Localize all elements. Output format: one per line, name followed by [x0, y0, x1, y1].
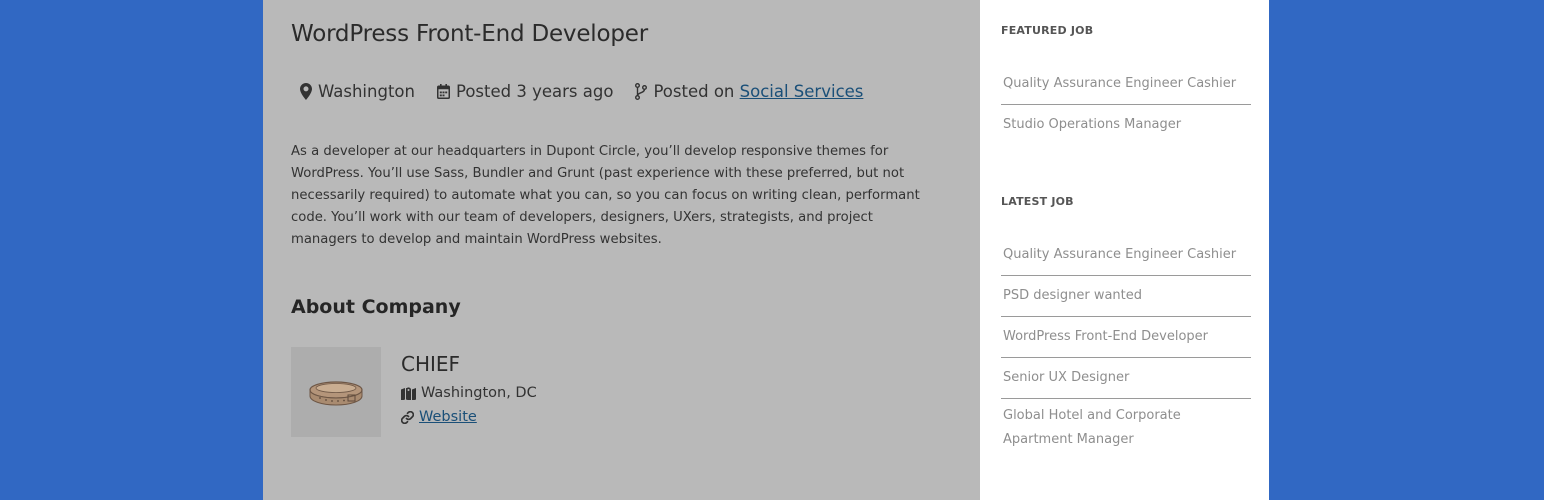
- job-location: Washington: [300, 82, 415, 101]
- job-category: Posted on Social Services: [635, 82, 863, 101]
- job-description: As a developer at our headquarters in Du…: [291, 144, 920, 247]
- about-company-heading: About Company: [291, 296, 461, 318]
- company-website: Website: [401, 407, 477, 427]
- belt-image: [309, 381, 363, 406]
- latest-job-heading: LATEST JOB: [1001, 195, 1074, 208]
- company-website-link[interactable]: Website: [419, 409, 477, 425]
- latest-job-item[interactable]: Quality Assurance Engineer Cashier: [1001, 235, 1251, 276]
- map-icon: [401, 387, 416, 400]
- job-meta: Washington Posted 3 years ago Posted on …: [300, 80, 885, 102]
- featured-job-list: Quality Assurance Engineer Cashier Studi…: [1001, 64, 1251, 145]
- company-location-text: Washington, DC: [421, 385, 537, 401]
- job-location-text: Washington: [318, 81, 415, 101]
- job-posted-text: Posted 3 years ago: [455, 81, 614, 101]
- company-logo: [291, 347, 381, 437]
- job-posted-date: Posted 3 years ago: [436, 81, 614, 101]
- featured-job-item[interactable]: Studio Operations Manager: [1001, 105, 1251, 145]
- latest-job-item[interactable]: Senior UX Designer: [1001, 358, 1251, 399]
- latest-job-item[interactable]: WordPress Front-End Developer: [1001, 317, 1251, 358]
- latest-job-item[interactable]: PSD designer wanted: [1001, 276, 1251, 317]
- company-location: Washington, DC: [401, 383, 537, 403]
- link-icon: [401, 410, 414, 424]
- featured-job-heading: FEATURED JOB: [1001, 24, 1094, 37]
- posted-on-label: Posted on: [653, 81, 735, 101]
- category-link[interactable]: Social Services: [740, 82, 864, 101]
- featured-job-item[interactable]: Quality Assurance Engineer Cashier: [1001, 64, 1251, 105]
- sidebar: FEATURED JOB Quality Assurance Engineer …: [980, 0, 1269, 500]
- latest-job-item[interactable]: Global Hotel and Corporate Apartment Man…: [1001, 399, 1251, 452]
- latest-job-list: Quality Assurance Engineer Cashier PSD d…: [1001, 235, 1251, 452]
- calendar-icon: [436, 83, 450, 99]
- map-marker-icon: [300, 82, 312, 100]
- job-detail-panel: WordPress Front-End Developer Washington…: [263, 0, 980, 500]
- company-name: CHIEF: [401, 352, 461, 376]
- job-title: WordPress Front-End Developer: [291, 21, 648, 47]
- code-branch-icon: [635, 82, 648, 100]
